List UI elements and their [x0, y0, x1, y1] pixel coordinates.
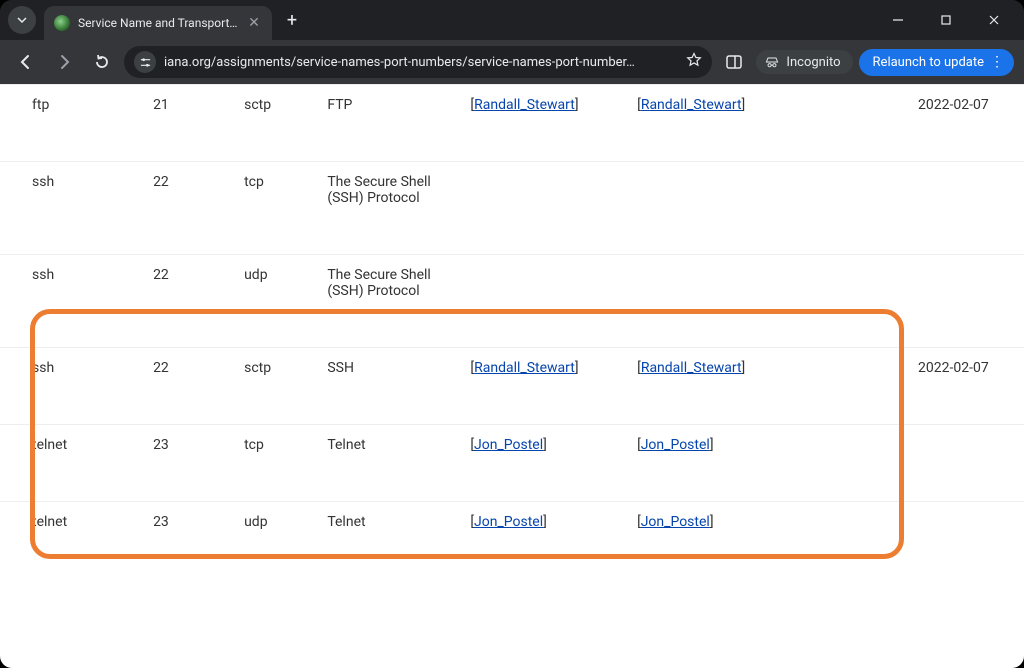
reload-icon	[93, 53, 111, 71]
tab-strip: Service Name and Transport Pr ✕ +	[0, 0, 1024, 40]
link[interactable]: Jon_Postel	[474, 437, 543, 453]
reload-button[interactable]	[86, 46, 118, 78]
table-row: telnet23udpTelnet[Jon_Postel][Jon_Postel…	[0, 502, 1024, 579]
link[interactable]: Jon_Postel	[641, 514, 710, 530]
chevron-down-icon	[17, 15, 27, 25]
tab-search-button[interactable]	[8, 6, 36, 34]
table-row: ssh22tcpThe Secure Shell (SSH) Protocol[…	[0, 162, 1024, 255]
page-viewport[interactable]: ftp21sctpFTP[Randall_Stewart][Randall_St…	[0, 84, 1024, 668]
browser-tab[interactable]: Service Name and Transport Pr ✕	[44, 6, 272, 40]
port-table: ftp21sctpFTP[Randall_Stewart][Randall_St…	[0, 84, 1024, 578]
maximize-icon	[940, 14, 952, 26]
bookmark-button[interactable]	[686, 52, 702, 72]
page-content: ftp21sctpFTP[Randall_Stewart][Randall_St…	[0, 84, 1024, 668]
window-controls	[876, 4, 1016, 36]
link[interactable]: Randall_Stewart	[641, 360, 742, 376]
link[interactable]: Randall_Stewart	[474, 360, 575, 376]
toolbar: iana.org/assignments/service-names-port-…	[0, 40, 1024, 84]
close-tab-button[interactable]: ✕	[246, 15, 262, 31]
relaunch-label: Relaunch to update	[873, 55, 984, 70]
browser-window: Service Name and Transport Pr ✕ +	[0, 0, 1024, 668]
maximize-button[interactable]	[924, 4, 968, 36]
close-window-button[interactable]	[972, 4, 1016, 36]
table-row: telnet23tcpTelnet[Jon_Postel][Jon_Postel…	[0, 425, 1024, 502]
forward-button[interactable]	[48, 46, 80, 78]
link[interactable]: Randall_Stewart	[641, 97, 742, 113]
side-panel-button[interactable]	[718, 46, 750, 78]
relaunch-button[interactable]: Relaunch to update ⋮	[859, 49, 1014, 76]
url-text: iana.org/assignments/service-names-port-…	[164, 55, 678, 70]
incognito-indicator[interactable]: Incognito	[756, 50, 852, 74]
arrow-left-icon	[17, 53, 35, 71]
site-info-button[interactable]	[134, 51, 156, 73]
table-row: ssh22udpThe Secure Shell (SSH) Protocol[…	[0, 255, 1024, 348]
back-button[interactable]	[10, 46, 42, 78]
incognito-icon	[764, 54, 780, 70]
link[interactable]: Jon_Postel	[641, 437, 710, 453]
kebab-icon: ⋮	[990, 55, 1004, 69]
favicon-icon	[54, 15, 70, 31]
star-icon	[686, 52, 702, 68]
link[interactable]: Randall_Stewart	[474, 97, 575, 113]
table-row: ftp21sctpFTP[Randall_Stewart][Randall_St…	[0, 85, 1024, 162]
new-tab-button[interactable]: +	[278, 6, 306, 34]
side-panel-icon	[725, 53, 743, 71]
tab-title: Service Name and Transport Pr	[78, 16, 238, 30]
link[interactable]: Jon_Postel	[474, 514, 543, 530]
tune-icon	[139, 56, 152, 69]
incognito-label: Incognito	[786, 55, 840, 70]
address-bar[interactable]: iana.org/assignments/service-names-port-…	[124, 46, 712, 78]
minimize-button[interactable]	[876, 4, 920, 36]
minimize-icon	[892, 14, 904, 26]
arrow-right-icon	[55, 53, 73, 71]
table-row: ssh22sctpSSH[Randall_Stewart][Randall_St…	[0, 348, 1024, 425]
close-icon	[988, 14, 1000, 26]
